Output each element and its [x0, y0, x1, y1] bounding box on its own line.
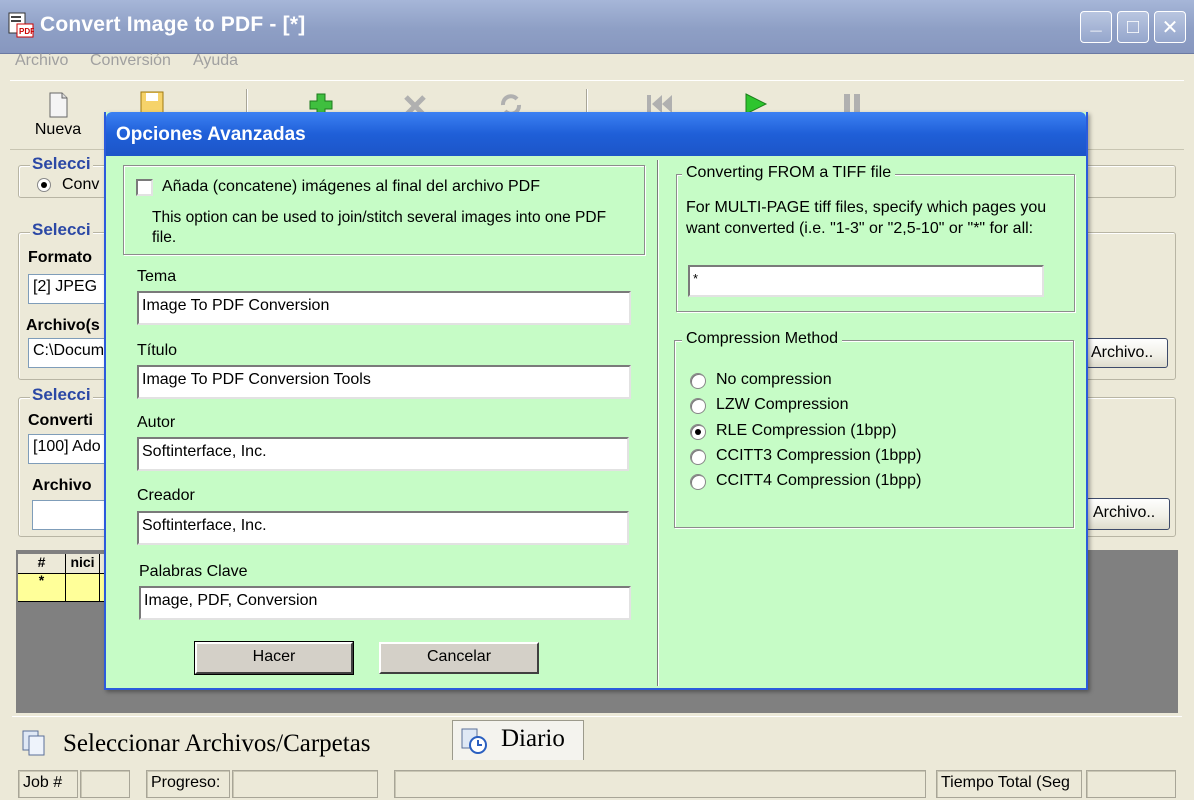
creador-input[interactable]: Softinterface, Inc.	[137, 511, 629, 545]
titulo-input[interactable]: Image To PDF Conversion Tools	[137, 365, 631, 399]
hacer-button[interactable]: Hacer	[194, 641, 354, 675]
progress-label: Progreso:	[146, 770, 230, 798]
new-button-label: Nueva	[34, 121, 82, 138]
tab-diario[interactable]: Diario	[452, 720, 584, 760]
titulo-label: Título	[137, 342, 178, 359]
ccitt3-compression-radio[interactable]	[690, 449, 706, 465]
tiff-frame-title: Converting FROM a TIFF file	[682, 164, 896, 182]
tiff-help: For MULTI-PAGE tiff files, specify which…	[686, 199, 1047, 237]
rle-compression-label: RLE Compression (1bpp)	[716, 422, 897, 439]
maximize-button[interactable]: □	[1117, 11, 1149, 43]
job-number-value	[80, 770, 130, 798]
ccitt4-compression-radio[interactable]	[690, 474, 706, 490]
new-button[interactable]: Nueva	[26, 89, 90, 149]
archivos-label: Archivo(s	[26, 317, 100, 334]
rle-compression-radio[interactable]	[690, 424, 706, 440]
grid-header-inicio: nici	[66, 554, 100, 574]
creador-label: Creador	[137, 487, 195, 504]
autor-label: Autor	[137, 414, 176, 431]
grid-header-number: #	[18, 554, 66, 574]
output-group-title: Selecci	[30, 385, 93, 405]
autor-input[interactable]: Softinterface, Inc.	[137, 437, 629, 471]
concat-help: This option can be used to join/stitch s…	[152, 209, 607, 246]
dialog-title: Opciones Avanzadas	[116, 124, 306, 145]
menu-conversion[interactable]: Conversión	[90, 52, 171, 70]
tab-diario-label: Diario	[501, 725, 565, 752]
total-time-value	[1086, 770, 1176, 798]
tema-label: Tema	[137, 268, 177, 285]
job-number-label: Job #	[18, 770, 78, 798]
ccitt4-compression-label: CCITT4 Compression (1bpp)	[716, 472, 922, 489]
clock-icon	[461, 728, 487, 754]
converti-label: Converti	[28, 412, 93, 429]
minimize-icon: _	[1090, 11, 1102, 34]
status-message	[394, 770, 926, 798]
maximize-icon: □	[1126, 15, 1140, 38]
tab-seleccionar-label: Seleccionar Archivos/Carpetas	[63, 730, 371, 757]
svg-text:PDF: PDF	[19, 27, 34, 36]
window-title: Convert Image to PDF - [*]	[40, 13, 306, 36]
new-document-icon	[49, 92, 68, 118]
progress-value	[232, 770, 378, 798]
grid-cell[interactable]	[66, 574, 100, 602]
convert-radio[interactable]	[37, 178, 51, 192]
minimize-button[interactable]: _	[1080, 11, 1112, 43]
ccitt3-compression-label: CCITT3 Compression (1bpp)	[716, 447, 922, 464]
tema-input[interactable]: Image To PDF Conversion	[137, 291, 631, 325]
files-icon	[22, 730, 45, 756]
browse-input-button[interactable]: Archivo..	[1086, 338, 1168, 368]
cancelar-button[interactable]: Cancelar	[379, 642, 539, 674]
tiff-pages-input[interactable]: *	[688, 265, 1044, 297]
grid-new-row-marker[interactable]: *	[18, 573, 66, 602]
total-time-label: Tiempo Total (Seg	[936, 770, 1082, 798]
concat-label: Añada (concatene) imágenes al final del …	[162, 178, 540, 195]
concat-checkbox[interactable]	[136, 179, 153, 196]
lzw-compression-label: LZW Compression	[716, 396, 849, 413]
close-icon: ✕	[1161, 16, 1179, 39]
window-titlebar: PDF Convert Image to PDF - [*] _ □ ✕	[0, 0, 1194, 54]
dialog-divider	[657, 160, 659, 686]
no-compression-radio[interactable]	[690, 373, 706, 389]
advanced-options-dialog: Opciones Avanzadas Añada (concatene) imá…	[104, 112, 1088, 690]
menu-ayuda[interactable]: Ayuda	[193, 52, 238, 70]
menu-bar: Archivo Conversión Ayuda	[0, 48, 1194, 76]
formato-label: Formato	[28, 249, 92, 266]
no-compression-label: No compression	[716, 371, 832, 388]
palabras-clave-label: Palabras Clave	[139, 563, 248, 580]
tabs-divider	[12, 716, 1182, 718]
app-pdf-icon: PDF	[8, 12, 34, 38]
browse-output-button[interactable]: Archivo..	[1086, 498, 1170, 530]
compression-frame-title: Compression Method	[682, 330, 843, 348]
bottom-tabs: Seleccionar Archivos/Carpetas Diario	[12, 716, 1182, 766]
menu-archivo[interactable]: Archivo	[15, 52, 68, 70]
dialog-titlebar: Opciones Avanzadas	[106, 112, 1086, 156]
lzw-compression-radio[interactable]	[690, 398, 706, 414]
close-button[interactable]: ✕	[1154, 11, 1186, 43]
source-type-group-title: Selecci	[30, 154, 93, 174]
archivo-output-label: Archivo	[32, 477, 92, 494]
palabras-clave-input[interactable]: Image, PDF, Conversion	[139, 586, 631, 620]
convert-radio-label: Conv	[62, 176, 100, 193]
input-group-title: Selecci	[30, 220, 93, 240]
status-bar: Job # Progreso: Tiempo Total (Seg	[0, 768, 1194, 800]
